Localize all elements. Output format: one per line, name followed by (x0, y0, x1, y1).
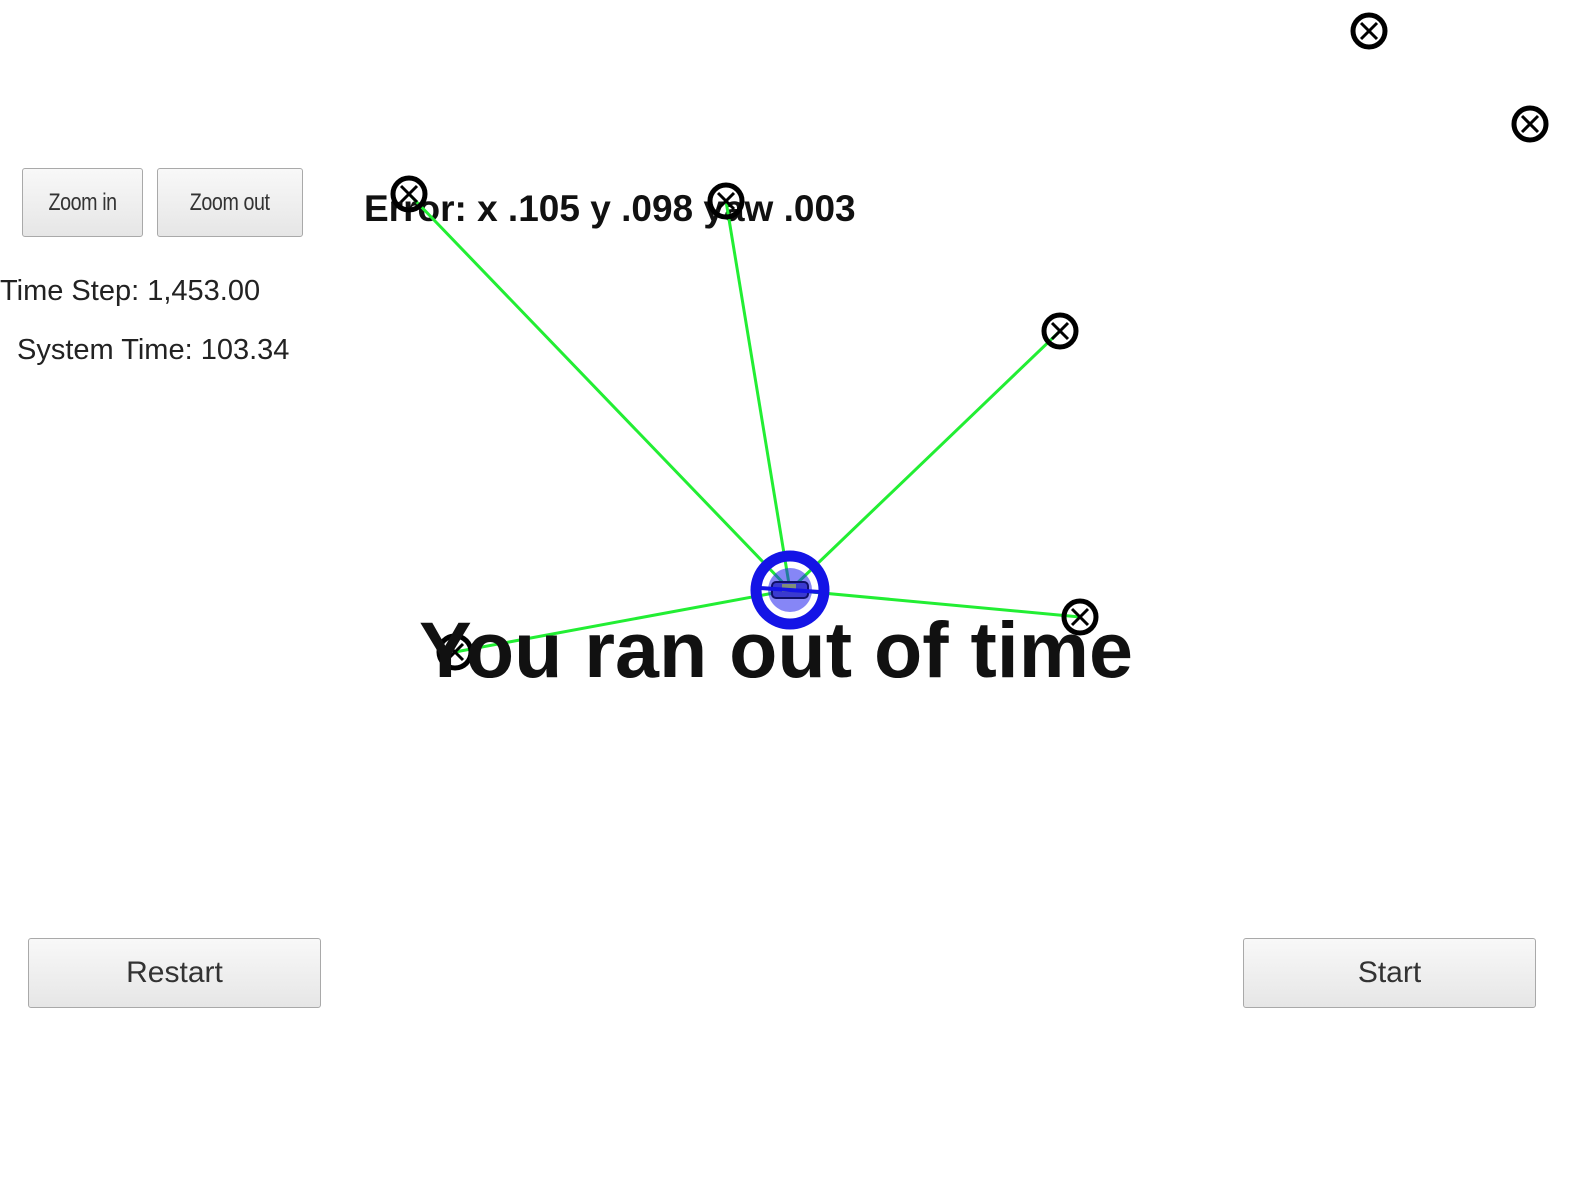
time-step-readout: Time Step: 1,453.00 (0, 275, 261, 307)
zoom-in-label: Zoom in (48, 188, 117, 216)
zoom-out-button[interactable]: Zoom out (157, 168, 303, 237)
system-time-readout: System Time: 103.34 (17, 334, 290, 366)
landmark-icon (1041, 312, 1079, 350)
observation-line (407, 192, 792, 592)
landmarks (390, 12, 1549, 671)
landmark-icon (1511, 105, 1549, 143)
simulator-stage: Error: x .105 y .098 yaw .003 You ran ou… (0, 0, 1592, 1198)
zoom-in-button[interactable]: Zoom in (22, 168, 143, 237)
start-button[interactable]: Start (1243, 938, 1536, 1008)
restart-button[interactable]: Restart (28, 938, 321, 1008)
landmark-icon (1350, 12, 1388, 50)
zoom-out-label: Zoom out (190, 188, 270, 216)
observation-line (788, 329, 1062, 592)
observation-lines (407, 192, 1081, 654)
status-message: You ran out of time (419, 605, 1133, 694)
